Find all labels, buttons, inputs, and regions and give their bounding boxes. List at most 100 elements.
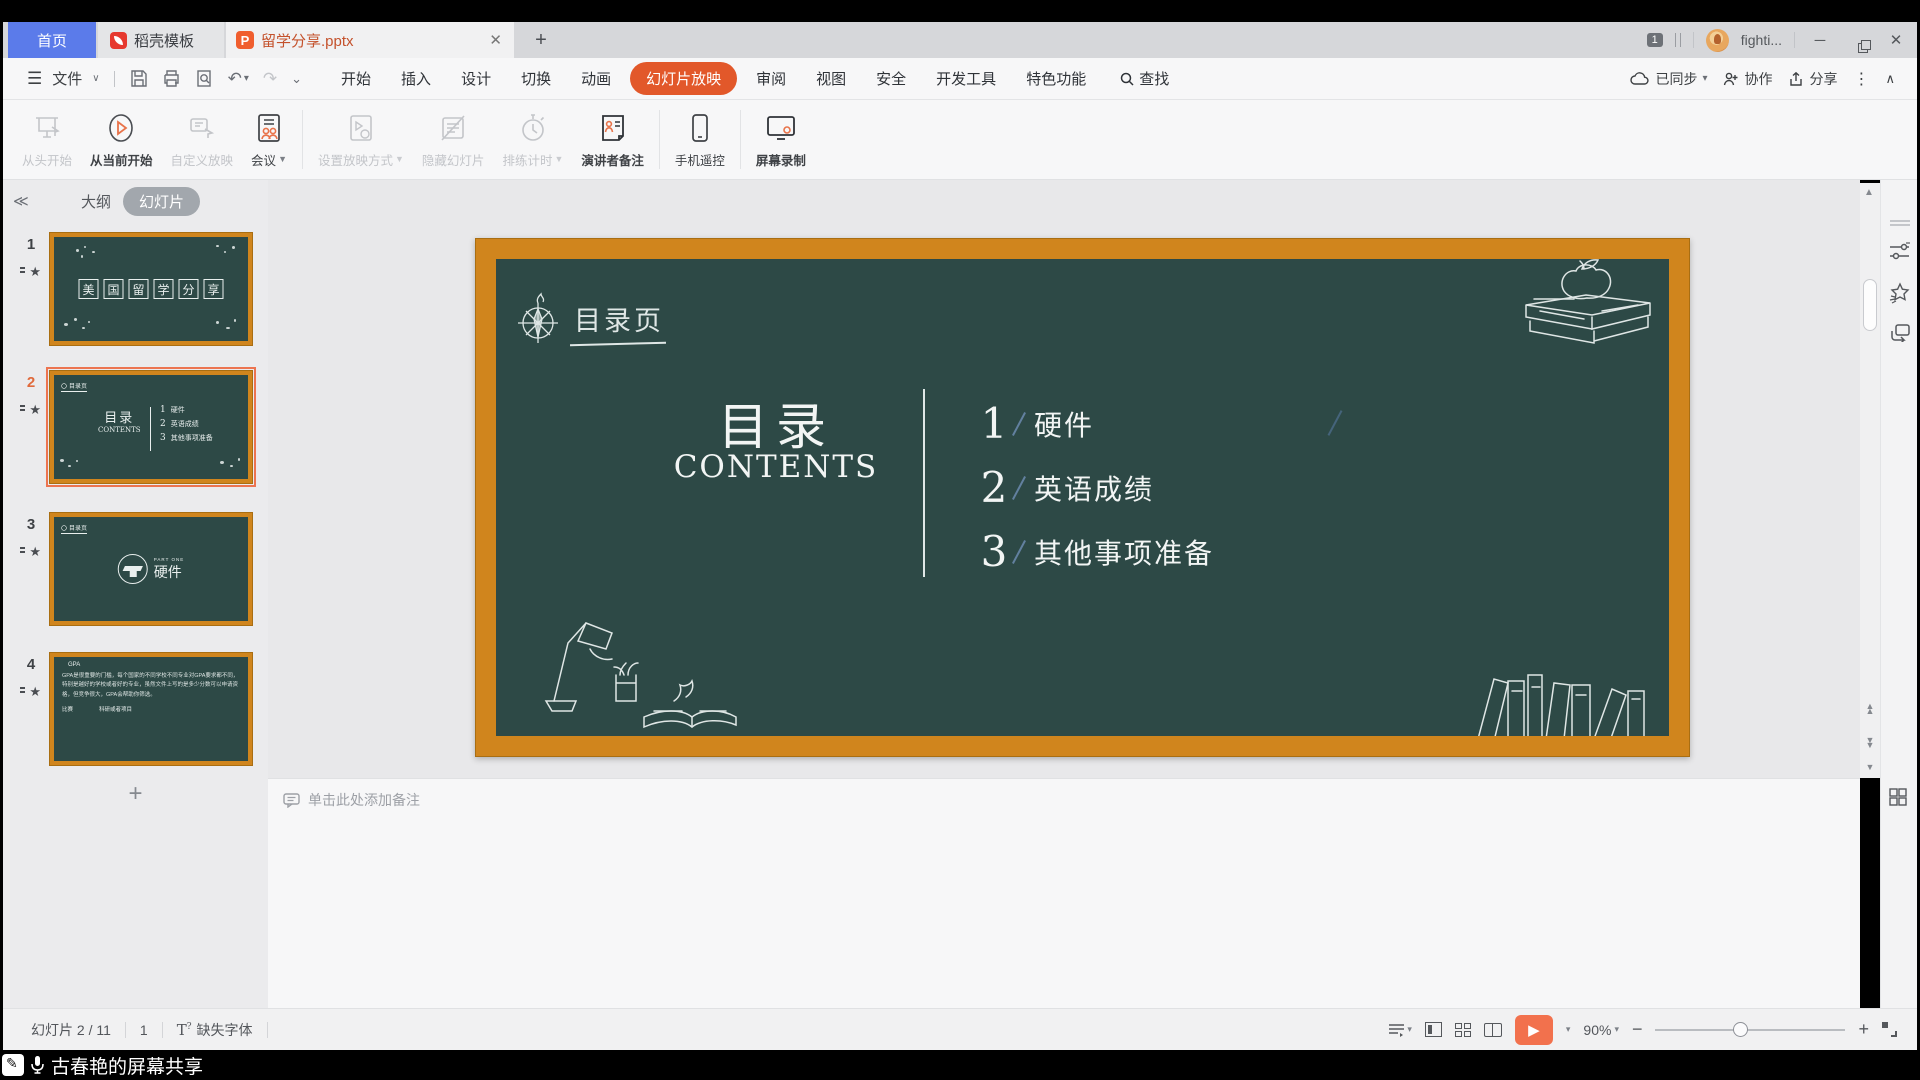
tab-docer-templates[interactable]: 稻壳模板 [98,22,224,58]
menu-item-animation[interactable]: 动画 [566,62,626,95]
rail-drag-handle-icon[interactable] [1889,214,1911,232]
notes-placeholder[interactable]: 单击此处添加备注 [308,790,420,810]
window-top-strip [0,0,1920,22]
slide-1-thumbnail[interactable]: 美 国 留 学 分 享 [49,232,253,346]
toc-item-1[interactable]: 1 硬件 [976,399,1094,448]
tab-document[interactable]: P 留学分享.pptx ✕ [226,22,514,58]
tab-close-icon[interactable]: ✕ [489,31,502,49]
collapse-panel-icon[interactable]: ≪ [13,192,27,210]
menu-item-start[interactable]: 开始 [326,62,386,95]
slide-header-title[interactable]: 目录页 [574,299,664,338]
slide-sorter-view-button[interactable] [1455,1023,1471,1037]
share-button[interactable]: 分享 [1788,69,1837,89]
slide-3-thumbnail[interactable]: 目录页 PART ONE 硬件 [49,512,253,626]
undo-icon[interactable]: ↶ [228,69,242,89]
notification-badge[interactable]: 1 [1647,33,1663,47]
ribbon-meeting[interactable]: 会议▼ [242,100,296,179]
tab-slides[interactable]: 幻灯片 [123,187,200,216]
previous-slide-button[interactable]: ▲▲ [1863,704,1877,714]
selection-pane-icon[interactable] [1889,324,1911,347]
print-preview-icon[interactable] [195,69,214,88]
close-button[interactable]: ✕ [1883,31,1909,49]
chalk-apple-books-drawing [1506,259,1666,363]
slash-decoration [1012,476,1026,500]
menu-item-slideshow-active[interactable]: 幻灯片放映 [630,62,737,95]
divider [659,110,660,169]
menu-item-design[interactable]: 设计 [446,62,506,95]
menu-item-special-features[interactable]: 特色功能 [1011,62,1101,95]
vertical-scrollbar[interactable]: ▲ ▲▲ ▼▼ ▼ [1860,183,1880,778]
ribbon-hide-slide[interactable]: 隐藏幻灯片 [413,100,494,179]
ribbon-play-from-current[interactable]: 从当前开始 [81,100,162,179]
collaborate-button[interactable]: 协作 [1723,69,1772,89]
ribbon-custom-show[interactable]: 自定义放映 [162,100,243,179]
microphone-icon[interactable] [30,1055,45,1075]
slide-canvas[interactable]: 目录页 目录 CONTENTS 1 硬件 2 英语成绩 3 其他事项准备 [268,180,1860,778]
tab-home[interactable]: 首页 [8,22,96,58]
toc-subtitle[interactable]: CONTENTS [656,449,896,485]
save-icon[interactable] [129,69,148,88]
user-avatar[interactable] [1706,29,1729,52]
zoom-slider-thumb[interactable] [1733,1022,1748,1037]
object-properties-icon[interactable] [1889,242,1910,267]
slide-4-thumbnail[interactable]: GPA GPA是很重要的门槛，每个国家的不同学校不同专业对GPA要求都不同，特别… [49,652,253,766]
print-icon[interactable] [162,69,181,88]
task-pane-grid-icon[interactable] [1889,788,1907,811]
ribbon-speaker-notes[interactable]: 演讲者备注 [572,100,653,179]
more-options-icon[interactable]: ⋮ [1853,69,1869,89]
compass-icon [512,289,564,347]
menu-item-security[interactable]: 安全 [861,62,921,95]
toolbar-collapse-icon[interactable]: ⌄ [291,71,302,87]
chevron-down-icon: ▾ [1407,1024,1412,1035]
slide-2-thumbnail-selected[interactable]: 目录页 目录 CONTENTS 1硬件 2英语成绩 3其他事项准备 [49,370,253,484]
scroll-down-arrow[interactable]: ▼ [1863,765,1877,770]
redo-icon[interactable]: ↷ [263,69,277,89]
find-button[interactable]: 查找 [1119,68,1169,89]
slide-2-editor[interactable]: 目录页 目录 CONTENTS 1 硬件 2 英语成绩 3 其他事项准备 [475,238,1690,757]
collapse-ribbon-icon[interactable]: ∧ [1885,71,1895,87]
zoom-in-button[interactable]: + [1858,1019,1869,1040]
sync-status[interactable]: 已同步 ▾ [1630,69,1707,89]
slide-3-number: 3 [21,516,41,533]
animation-pane-icon[interactable] [1889,282,1911,309]
user-name[interactable]: fighti... [1741,32,1782,48]
ribbon-screen-record[interactable]: 屏幕录制 [747,100,815,179]
minimize-button[interactable]: ─ [1807,32,1833,49]
fullscreen-icon[interactable] [1882,1022,1897,1037]
pending-count[interactable]: 1 [140,1022,148,1038]
ribbon-play-from-start[interactable]: 从头开始 [13,100,81,179]
chevron-down-icon[interactable]: ∨ [92,73,99,84]
zoom-out-button[interactable]: − [1632,1019,1643,1040]
slideshow-play-button[interactable]: ▶ [1515,1015,1553,1045]
reading-view-button[interactable] [1484,1023,1502,1037]
annotate-icon[interactable] [2,1054,24,1076]
ribbon-phone-remote[interactable]: 手机遥控 [666,100,734,179]
ribbon-setup-show[interactable]: 设置放映方式▼ [309,100,413,179]
undo-caret-icon[interactable]: ▾ [244,73,249,84]
add-slide-button[interactable]: + [128,780,142,808]
screen-record-icon [765,113,797,143]
missing-font-indicator[interactable]: T? 缺失字体 [177,1020,253,1040]
file-menu[interactable]: 文件 [52,68,82,89]
scrollbar-thumb[interactable] [1863,279,1877,331]
ribbon-rehearse-timing[interactable]: 排练计时▼ [493,100,572,179]
notes-toggle-button[interactable]: ▾ [1388,1023,1412,1037]
tab-outline[interactable]: 大纲 [81,191,111,212]
menu-item-devtools[interactable]: 开发工具 [921,62,1011,95]
toc-item-3[interactable]: 3 其他事项准备 [976,527,1214,576]
normal-view-button[interactable] [1425,1022,1442,1037]
menu-item-transition[interactable]: 切换 [506,62,566,95]
zoom-slider[interactable] [1655,1029,1845,1031]
menu-item-view[interactable]: 视图 [801,62,861,95]
zoom-level[interactable]: 90% ▾ [1583,1022,1619,1038]
menu-item-insert[interactable]: 插入 [386,62,446,95]
notes-pane[interactable]: 单击此处添加备注 [268,778,1860,1008]
scroll-up-arrow[interactable]: ▲ [1864,187,1874,198]
play-options-caret-icon[interactable]: ▾ [1566,1024,1571,1035]
chalkboard: 目录页 目录 CONTENTS 1 硬件 2 英语成绩 3 其他事项准备 [496,259,1669,736]
menu-item-review[interactable]: 审阅 [741,62,801,95]
toc-item-2[interactable]: 2 英语成绩 [976,463,1154,512]
new-tab-button[interactable]: + [528,22,554,58]
hamburger-menu-icon[interactable]: ☰ [27,69,42,89]
next-slide-button[interactable]: ▼▼ [1863,738,1877,748]
